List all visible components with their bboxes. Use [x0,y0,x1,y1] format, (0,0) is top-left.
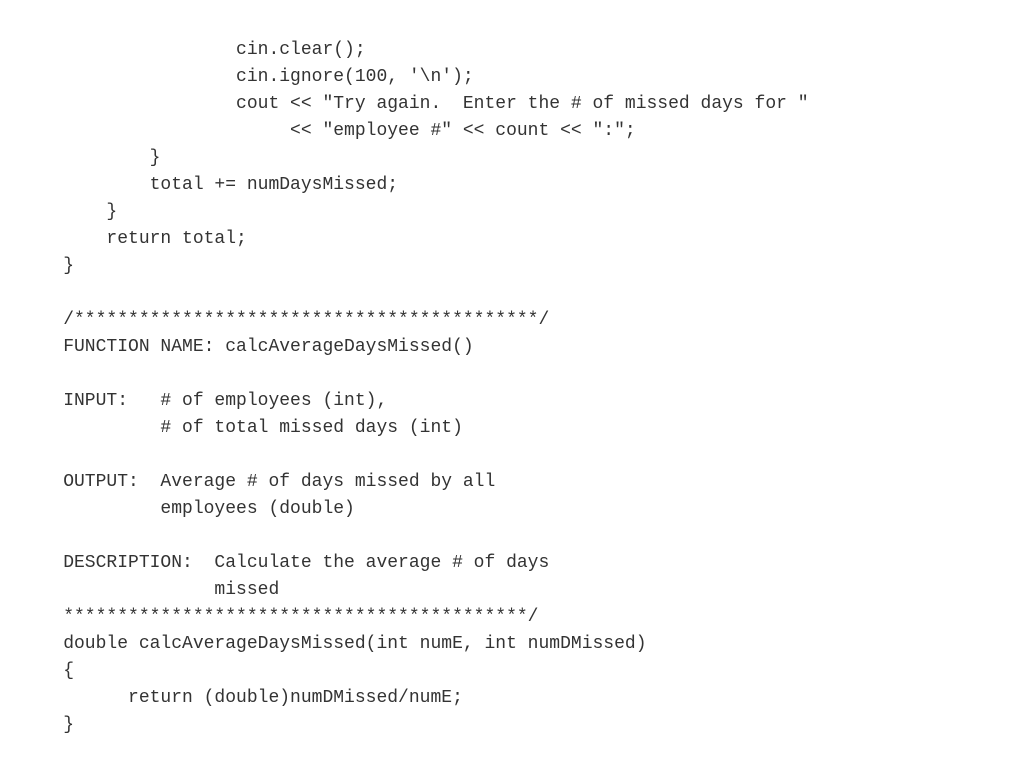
code-line-14: INPUT: # of employees (int), [20,391,387,411]
code-line-5: } [20,148,160,168]
code-display: cin.clear(); cin.ignore(100, '\n'); cout… [0,0,1024,749]
code-line-24: { [20,661,74,681]
code-line-12: FUNCTION NAME: calcAverageDaysMissed() [20,337,474,357]
code-line-22: ****************************************… [20,607,538,627]
code-line-3: cout << "Try again. Enter the # of misse… [20,94,809,114]
code-line-7: } [20,202,117,222]
code-line-8: return total; [20,229,247,249]
code-line-23: double calcAverageDaysMissed(int numE, i… [20,634,647,654]
code-line-20: DESCRIPTION: Calculate the average # of … [20,553,549,573]
code-line-15: # of total missed days (int) [20,418,463,438]
code-line-6: total += numDaysMissed; [20,175,398,195]
code-line-2: cin.ignore(100, '\n'); [20,67,474,87]
code-line-25: return (double)numDMissed/numE; [20,688,463,708]
code-line-9: } [20,256,74,276]
code-line-11: /***************************************… [20,310,549,330]
code-line-26: } [20,715,74,735]
code-line-4: << "employee #" << count << ":"; [20,121,636,141]
code-line-21: missed [20,580,279,600]
code-line-17: OUTPUT: Average # of days missed by all [20,472,495,492]
code-line-1: cin.clear(); [20,40,366,60]
code-line-18: employees (double) [20,499,355,519]
